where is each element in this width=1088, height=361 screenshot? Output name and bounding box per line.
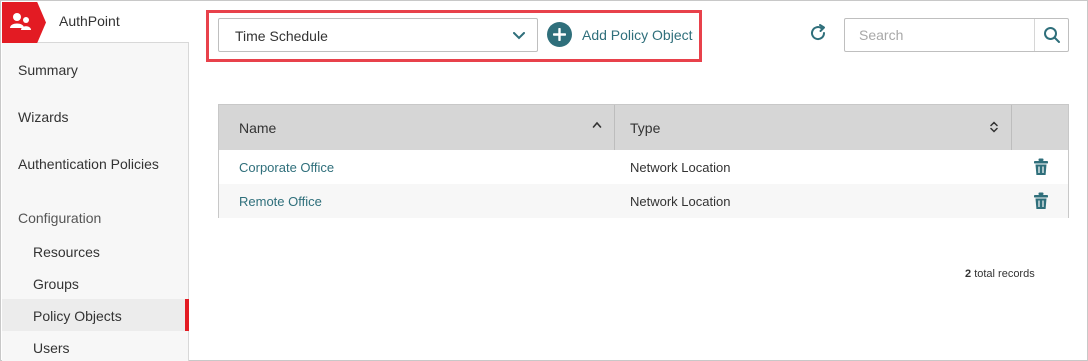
sidebar-item-label: Users xyxy=(33,340,70,356)
policy-object-type: Network Location xyxy=(630,160,731,175)
brand-header: AuthPoint xyxy=(2,2,189,43)
sidebar-item-users[interactable]: Users xyxy=(2,332,189,361)
select-value: Time Schedule xyxy=(235,28,328,44)
search-input[interactable] xyxy=(845,19,1035,51)
app-window: AuthPoint Summary Wizards Authentication… xyxy=(0,0,1088,361)
records-count: 2 xyxy=(965,268,972,280)
search-box xyxy=(844,18,1069,52)
policy-object-name-link[interactable]: Remote Office xyxy=(239,194,322,209)
users-icon xyxy=(10,13,31,30)
sidebar-item-wizards[interactable]: Wizards xyxy=(2,97,189,137)
sidebar-item-label: Resources xyxy=(33,244,100,260)
policy-objects-table: Name Type Corporate Office Network Locat… xyxy=(218,104,1069,218)
sort-ascending-icon xyxy=(592,121,602,128)
sidebar-item-label: Policy Objects xyxy=(33,308,122,324)
sidebar-item-summary[interactable]: Summary xyxy=(2,50,189,90)
sidebar-item-resources[interactable]: Resources xyxy=(2,236,189,268)
add-policy-object-label: Add Policy Object xyxy=(582,27,693,43)
sidebar-item-label: Summary xyxy=(18,62,78,78)
table-row: Remote Office Network Location xyxy=(219,184,1068,218)
sidebar-section-label: Configuration xyxy=(18,210,102,226)
sort-icon xyxy=(990,121,998,133)
total-records: 2 total records xyxy=(965,268,1035,280)
trash-icon[interactable] xyxy=(1033,192,1049,210)
policy-object-name-link[interactable]: Corporate Office xyxy=(239,160,334,175)
plus-icon xyxy=(547,22,572,47)
sidebar-item-label: Wizards xyxy=(18,109,69,125)
table-header: Name Type xyxy=(219,105,1068,150)
sidebar-section-configuration[interactable]: Configuration xyxy=(2,198,189,238)
table-row: Corporate Office Network Location xyxy=(219,150,1068,184)
sidebar-item-label: Authentication Policies xyxy=(18,156,159,172)
trash-icon[interactable] xyxy=(1033,158,1049,176)
column-header-actions xyxy=(1012,105,1068,150)
chevron-down-icon xyxy=(513,32,525,40)
column-header-label: Name xyxy=(239,120,277,136)
column-header-label: Type xyxy=(630,120,661,136)
sidebar: AuthPoint Summary Wizards Authentication… xyxy=(2,2,189,361)
brand-logo xyxy=(2,2,46,43)
policy-object-type: Network Location xyxy=(630,194,731,209)
refresh-icon[interactable] xyxy=(808,23,828,43)
policy-object-type-select[interactable]: Time Schedule xyxy=(218,18,538,52)
sidebar-item-groups[interactable]: Groups xyxy=(2,268,189,300)
records-label: total records xyxy=(974,268,1035,280)
column-header-type[interactable]: Type xyxy=(615,105,1012,150)
sidebar-item-label: Groups xyxy=(33,276,79,292)
column-header-name[interactable]: Name xyxy=(219,105,615,150)
sidebar-item-policy-objects[interactable]: Policy Objects xyxy=(2,299,189,331)
search-button[interactable] xyxy=(1034,19,1068,51)
sidebar-item-authentication-policies[interactable]: Authentication Policies xyxy=(2,144,189,184)
brand-name: AuthPoint xyxy=(59,13,120,29)
search-icon xyxy=(1044,27,1060,43)
